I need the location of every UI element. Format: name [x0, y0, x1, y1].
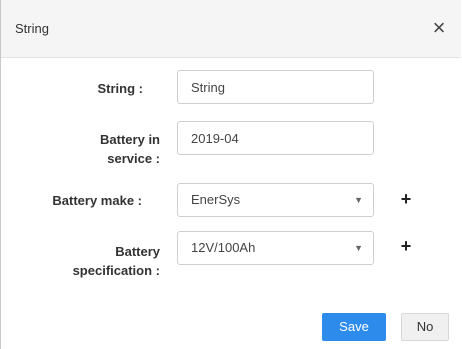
chevron-down-icon: ▼: [354, 195, 363, 205]
battery-make-label: Battery make :: [52, 193, 142, 208]
dialog-header: String ×: [1, 0, 461, 58]
string-label: String :: [97, 81, 144, 96]
battery-in-service-input[interactable]: [177, 121, 374, 155]
battery-in-service-label: Battery in service :: [100, 130, 160, 168]
battery-make-select[interactable]: EnerSys ▼: [177, 183, 374, 217]
battery-spec-label-line1: Battery: [115, 244, 160, 259]
no-button[interactable]: No: [401, 313, 449, 341]
close-icon[interactable]: ×: [427, 16, 451, 40]
add-battery-spec-icon[interactable]: +: [398, 237, 414, 255]
chevron-down-icon: ▼: [354, 243, 363, 253]
battery-in-service-label-line2: service :: [107, 151, 160, 166]
battery-spec-label-line2: specification :: [72, 263, 160, 278]
battery-spec-label: Battery specification :: [73, 242, 160, 280]
battery-spec-value: 12V/100Ah: [191, 240, 256, 255]
string-input[interactable]: [177, 70, 374, 104]
dialog-title: String: [15, 21, 49, 36]
add-battery-make-icon[interactable]: +: [398, 190, 414, 208]
battery-in-service-label-line1: Battery in: [100, 132, 160, 147]
battery-spec-select[interactable]: 12V/100Ah ▼: [177, 231, 374, 265]
battery-make-value: EnerSys: [191, 192, 241, 207]
save-button[interactable]: Save: [322, 313, 386, 341]
string-dialog: String × String : Battery in service : B…: [0, 0, 461, 349]
